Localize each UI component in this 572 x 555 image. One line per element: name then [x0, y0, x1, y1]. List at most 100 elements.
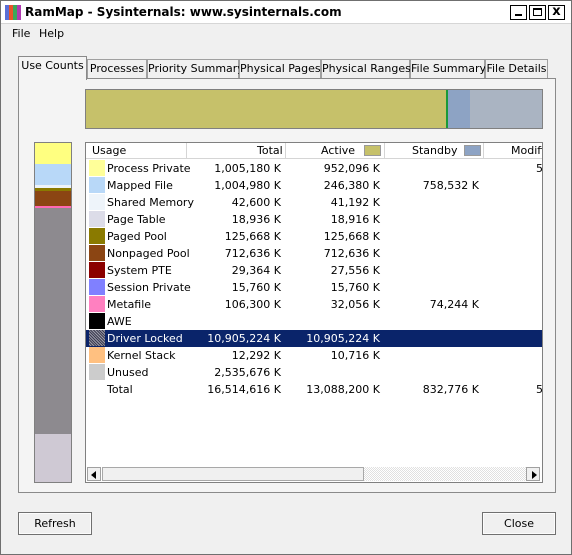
cell-active: 27,556 K	[330, 264, 380, 277]
table-row[interactable]: Metafile 106,300 K 32,056 K 74,244 K	[86, 296, 542, 313]
close-button[interactable]: Close	[482, 512, 556, 535]
menu-help[interactable]: Help	[39, 27, 64, 40]
cell-usage: Session Private	[107, 281, 191, 294]
cell-active: 246,380 K	[323, 179, 380, 192]
usage-color-swatch	[89, 228, 105, 244]
table-row[interactable]: System PTE 29,364 K 27,556 K	[86, 262, 542, 279]
usage-color-bar	[34, 142, 72, 483]
usage-table[interactable]: Usage Total Active Standby Modified Proc…	[85, 142, 543, 483]
scroll-left-icon	[91, 471, 96, 479]
table-row[interactable]: Process Private 1,005,180 K 952,096 K 5	[86, 160, 542, 177]
cell-total: 15,760 K	[231, 281, 281, 294]
cell-active: 712,636 K	[323, 247, 380, 260]
cell-usage: Mapped File	[107, 179, 173, 192]
app-icon-stripe	[17, 5, 21, 20]
cell-active: 15,760 K	[330, 281, 380, 294]
usage-color-swatch	[89, 364, 105, 380]
standby-color-swatch	[464, 145, 481, 156]
cell-active: 18,916 K	[330, 213, 380, 226]
usage-color-swatch	[89, 211, 105, 227]
horizontal-scrollbar[interactable]	[86, 466, 542, 482]
table-row[interactable]: Mapped File 1,004,980 K 246,380 K 758,532 K	[86, 177, 542, 194]
usage-segment-unused	[35, 434, 71, 482]
cell-active: 125,668 K	[323, 230, 380, 243]
cell-usage: Process Private	[107, 162, 191, 175]
maximize-icon	[533, 8, 542, 16]
refresh-button[interactable]: Refresh	[18, 512, 92, 535]
scroll-left-button[interactable]	[87, 467, 101, 481]
summary-segment-modified	[470, 90, 542, 128]
usage-segment-process-private	[35, 143, 71, 164]
cell-total: 1,005,180 K	[214, 162, 281, 175]
column-active: Active	[321, 144, 356, 157]
rammap-app-icon	[5, 5, 21, 20]
cell-total: 42,600 K	[231, 196, 281, 209]
cell-total: 712,636 K	[224, 247, 281, 260]
cell-active: 952,096 K	[323, 162, 380, 175]
usage-color-swatch	[89, 160, 105, 176]
close-icon: x	[552, 4, 561, 19]
table-row[interactable]: Paged Pool 125,668 K 125,668 K	[86, 228, 542, 245]
table-row[interactable]: AWE	[86, 313, 542, 330]
tab-file-details[interactable]: File Details	[485, 59, 548, 79]
tab-physical-ranges[interactable]: Physical Ranges	[321, 59, 411, 79]
cell-total: 106,300 K	[224, 298, 281, 311]
cell-standby: 758,532 K	[422, 179, 479, 192]
maximize-button[interactable]	[529, 5, 546, 20]
usage-color-swatch	[89, 194, 105, 210]
cell-active: 10,905,224 K	[306, 332, 380, 345]
usage-color-swatch	[89, 347, 105, 363]
cell-total: 125,668 K	[224, 230, 281, 243]
usage-segment-nonpaged-pool	[35, 191, 71, 206]
table-row[interactable]: Driver Locked 10,905,224 K 10,905,224 K	[86, 330, 542, 347]
table-row[interactable]: Page Table 18,936 K 18,916 K	[86, 211, 542, 228]
use-counts-panel: Usage Total Active Standby Modified Proc…	[18, 78, 556, 493]
refresh-button-label: Refresh	[34, 517, 76, 530]
usage-color-swatch	[89, 296, 105, 312]
tab-processes[interactable]: Processes	[87, 59, 147, 79]
column-total[interactable]: Total	[187, 143, 286, 159]
cell-usage: Kernel Stack	[107, 349, 176, 362]
cell-total: 12,292 K	[231, 349, 281, 362]
close-button-label: Close	[504, 517, 534, 530]
tab-physical-pages[interactable]: Physical Pages	[239, 59, 321, 79]
cell-active: 10,716 K	[330, 349, 380, 362]
column-usage[interactable]: Usage	[86, 143, 187, 159]
scroll-right-icon	[532, 471, 537, 479]
column-active-header[interactable]: Active	[286, 143, 385, 159]
summary-segment-standby	[448, 90, 470, 128]
tab-use-counts[interactable]: Use Counts	[18, 56, 87, 80]
cell-total: 18,936 K	[231, 213, 281, 226]
cell-usage: Unused	[107, 366, 149, 379]
usage-color-swatch	[89, 330, 105, 346]
tab-priority-summary[interactable]: Priority Summary	[147, 59, 244, 79]
cell-usage: Nonpaged Pool	[107, 247, 190, 260]
tab-file-summary[interactable]: File Summary	[410, 59, 486, 79]
cell-usage: System PTE	[107, 264, 172, 277]
cell-usage: Page Table	[107, 213, 166, 226]
cell-active: 32,056 K	[330, 298, 380, 311]
rammap-window: RamMap - Sysinternals: www.sysinternals.…	[0, 0, 572, 555]
minimize-button[interactable]	[510, 5, 527, 20]
table-row[interactable]: Shared Memory 42,600 K 41,192 K	[86, 194, 542, 211]
table-row[interactable]: Kernel Stack 12,292 K 10,716 K	[86, 347, 542, 364]
menu-file[interactable]: File	[12, 27, 30, 40]
usage-color-swatch	[89, 262, 105, 278]
column-standby: Standby	[412, 144, 458, 157]
table-row[interactable]: Session Private 15,760 K 15,760 K	[86, 279, 542, 296]
column-standby-header[interactable]: Standby	[385, 143, 484, 159]
table-row[interactable]: Nonpaged Pool 712,636 K 712,636 K	[86, 245, 542, 262]
cell-usage: Paged Pool	[107, 230, 167, 243]
scroll-thumb[interactable]	[102, 467, 364, 481]
table-row[interactable]: Total 16,514,616 K 13,088,200 K 832,776 K 5	[86, 381, 542, 398]
cell-active: 13,088,200 K	[306, 383, 380, 396]
scroll-right-button[interactable]	[526, 467, 540, 481]
title-bar[interactable]: RamMap - Sysinternals: www.sysinternals.…	[1, 1, 571, 24]
cell-total: 29,364 K	[231, 264, 281, 277]
close-window-button[interactable]: x	[548, 4, 565, 20]
caption-buttons: x	[510, 4, 565, 20]
usage-color-swatch	[89, 177, 105, 193]
table-row[interactable]: Unused 2,535,676 K	[86, 364, 542, 381]
summary-segment-active	[86, 90, 448, 128]
column-modified[interactable]: Modified	[484, 143, 542, 159]
